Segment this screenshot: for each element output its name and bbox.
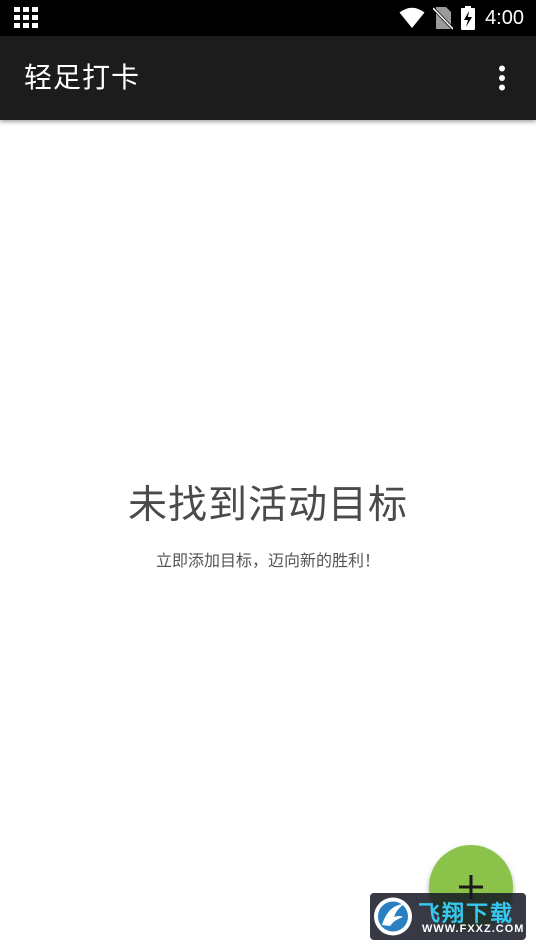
battery-charging-icon: [461, 6, 476, 30]
empty-state-title: 未找到活动目标: [127, 483, 408, 528]
overflow-menu-button[interactable]: [486, 62, 518, 94]
watermark-logo-icon: [374, 897, 412, 936]
status-indicators: 4:00: [399, 0, 524, 36]
more-vert-icon: [499, 65, 505, 91]
watermark-url: WWW.FXXZ.COM: [422, 923, 525, 935]
app-title: 轻足打卡: [24, 61, 141, 94]
app-bar: 轻足打卡: [0, 36, 536, 120]
empty-state-subtitle: 立即添加目标，迈向新的胜利！: [155, 551, 380, 570]
app-grid-icon: [14, 7, 38, 28]
watermark: 飞翔下载 WWW.FXXZ.COM: [370, 893, 526, 940]
wifi-icon: [399, 7, 425, 28]
status-bar: 4:00: [0, 0, 536, 36]
no-sim-icon: [433, 6, 454, 30]
status-time: 4:00: [485, 6, 524, 29]
